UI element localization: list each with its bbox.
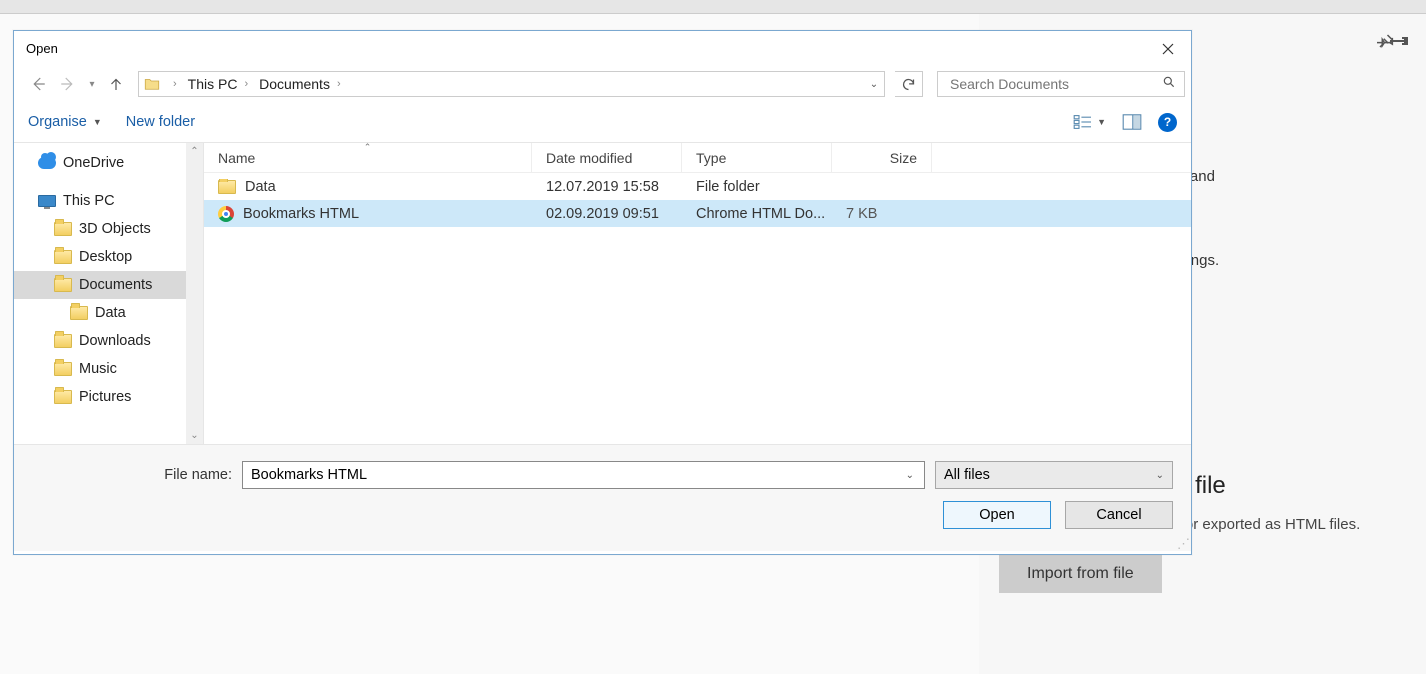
folder-tree: OneDrive This PC 3D Objects Desktop Docu… <box>14 143 204 444</box>
filename-dropdown[interactable]: ⌄ <box>902 470 918 481</box>
refresh-button[interactable] <box>895 71 923 97</box>
folder-icon <box>54 221 72 237</box>
tree-music[interactable]: Music <box>14 355 203 383</box>
pc-icon <box>38 193 56 209</box>
nav-back-button[interactable] <box>24 70 52 98</box>
nav-up-button[interactable] <box>102 70 130 98</box>
file-row[interactable]: Data 12.07.2019 15:58File folder <box>204 173 1191 200</box>
file-date: 02.09.2019 09:51 <box>532 206 682 222</box>
dialog-title: Open <box>26 41 58 56</box>
tree-downloads[interactable]: Downloads <box>14 327 203 355</box>
col-size[interactable]: Size <box>832 143 932 172</box>
folder-icon <box>54 389 72 405</box>
nav-forward-button[interactable] <box>54 70 82 98</box>
filetype-filter[interactable]: All files⌄ <box>935 461 1173 489</box>
column-headers: Name⌃ Date modified Type Size <box>204 143 1191 173</box>
address-dropdown[interactable]: ⌄ <box>864 79 884 90</box>
breadcrumb-thispc[interactable]: This PC› <box>185 72 256 96</box>
file-type: Chrome HTML Do... <box>682 206 832 222</box>
breadcrumb-root-chevron[interactable]: › <box>163 72 185 96</box>
file-type: File folder <box>682 179 832 195</box>
folder-icon <box>54 361 72 377</box>
tree-data[interactable]: Data <box>14 299 203 327</box>
view-mode-button[interactable]: ▼ <box>1073 114 1106 130</box>
chrome-icon <box>218 206 234 222</box>
search-input[interactable] <box>948 75 1160 93</box>
organise-menu[interactable]: Organise▼ <box>28 114 102 130</box>
new-folder-button[interactable]: New folder <box>126 114 195 130</box>
import-from-file-button[interactable]: Import from file <box>999 555 1162 593</box>
file-name: Bookmarks HTML <box>243 206 359 222</box>
search-icon <box>1160 75 1178 94</box>
nav-recent-dropdown[interactable]: ▾ <box>84 70 100 98</box>
sort-asc-icon: ⌃ <box>364 142 372 153</box>
pin-icon[interactable] <box>1377 32 1406 56</box>
folder-icon <box>54 249 72 265</box>
col-date[interactable]: Date modified <box>532 143 682 172</box>
close-button[interactable] <box>1145 33 1191 65</box>
col-type[interactable]: Type <box>682 143 832 172</box>
breadcrumb-documents[interactable]: Documents› <box>256 72 348 96</box>
tree-pictures[interactable]: Pictures <box>14 383 203 411</box>
cancel-button[interactable]: Cancel <box>1065 501 1173 529</box>
folder-icon <box>70 305 88 321</box>
resize-grip[interactable]: ⋰ <box>1177 540 1189 552</box>
search-box[interactable] <box>937 71 1185 97</box>
tree-3dobjects[interactable]: 3D Objects <box>14 215 203 243</box>
folder-icon <box>54 333 72 349</box>
open-button[interactable]: Open <box>943 501 1051 529</box>
file-size: 7 KB <box>832 206 932 222</box>
preview-pane-button[interactable] <box>1122 114 1142 130</box>
file-date: 12.07.2019 15:58 <box>532 179 682 195</box>
tree-documents[interactable]: Documents <box>14 271 203 299</box>
folder-icon <box>218 180 236 194</box>
file-row[interactable]: Bookmarks HTML 02.09.2019 09:51Chrome HTM… <box>204 200 1191 227</box>
help-button[interactable]: ? <box>1158 113 1177 132</box>
folder-icon <box>54 277 72 293</box>
cloud-icon <box>38 155 56 171</box>
open-file-dialog: Open ▾ › This PC› Documents› ⌄ <box>13 30 1192 555</box>
address-bar[interactable]: › This PC› Documents› ⌄ <box>138 71 885 97</box>
filename-combo[interactable]: ⌄ <box>242 461 925 489</box>
file-name: Data <box>245 179 276 195</box>
tree-scrollbar[interactable]: ⌃⌄ <box>186 143 203 444</box>
filename-label: File name: <box>32 467 232 483</box>
tree-thispc[interactable]: This PC <box>14 187 203 215</box>
tree-desktop[interactable]: Desktop <box>14 243 203 271</box>
col-name[interactable]: Name⌃ <box>204 143 532 172</box>
tree-onedrive[interactable]: OneDrive <box>14 149 203 177</box>
filename-input[interactable] <box>249 466 902 484</box>
address-folder-icon <box>141 73 163 95</box>
